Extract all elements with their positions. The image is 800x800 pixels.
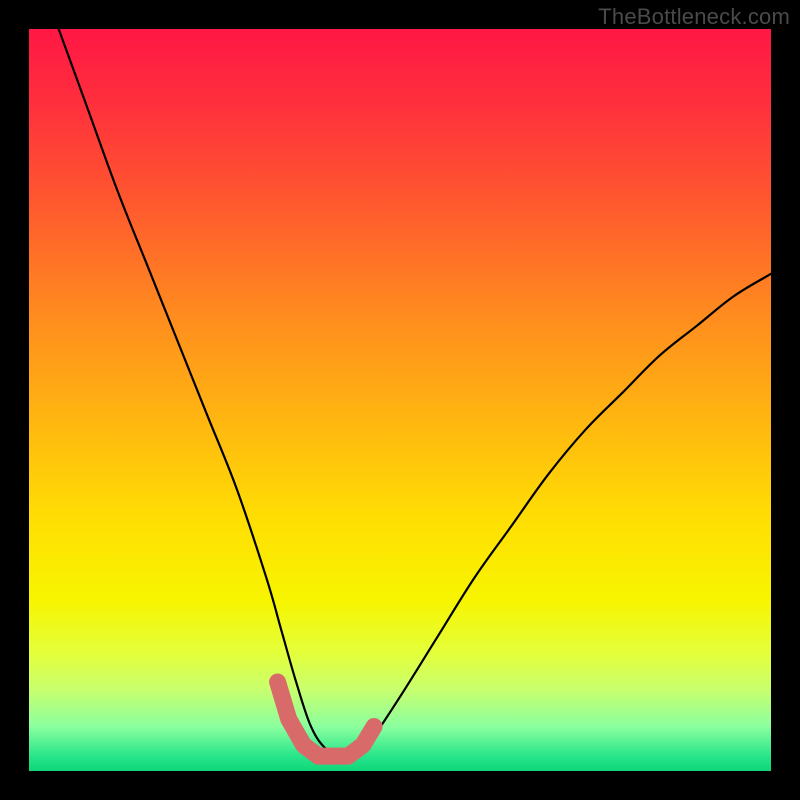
watermark-text: TheBottleneck.com: [598, 4, 790, 30]
chart-frame: TheBottleneck.com: [0, 0, 800, 800]
optimal-zone-marker: [278, 682, 374, 756]
plot-area: [29, 29, 771, 771]
chart-svg: [29, 29, 771, 771]
bottleneck-curve: [59, 29, 771, 758]
